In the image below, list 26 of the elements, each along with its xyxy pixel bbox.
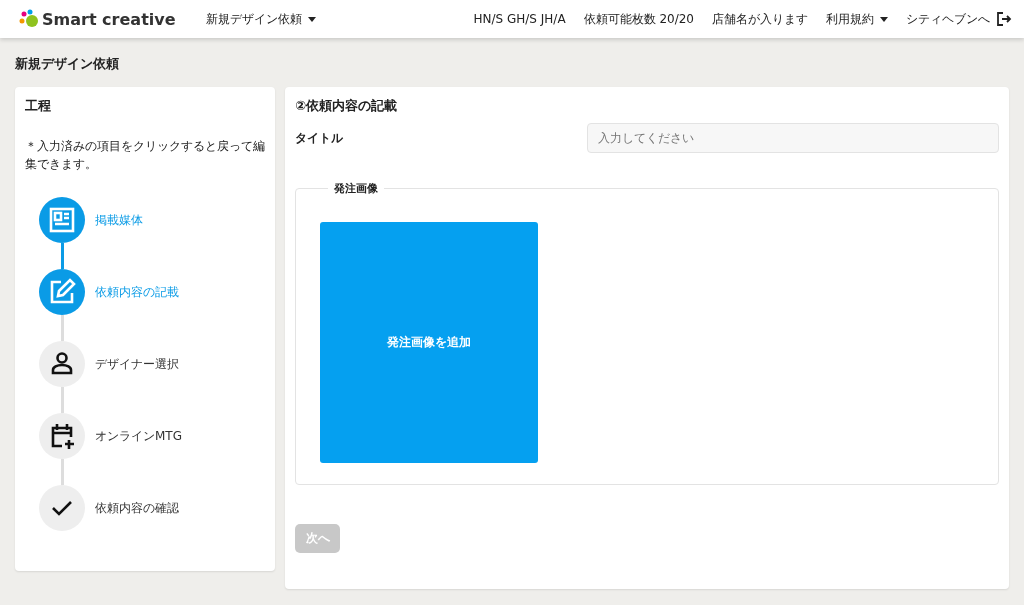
title-label: タイトル xyxy=(295,129,344,147)
check-step-icon[interactable] xyxy=(39,485,85,531)
title-input[interactable]: 入力してください xyxy=(587,123,999,153)
logout-icon[interactable] xyxy=(996,11,1012,27)
note-text: ＊入力済みの項目をクリックすると戻って編集できます。 xyxy=(25,138,265,173)
logo-icon xyxy=(18,9,40,29)
media-step-icon[interactable] xyxy=(39,197,85,243)
caret-icon[interactable] xyxy=(880,16,888,22)
page-title: 新規デザイン依頼 xyxy=(14,55,120,73)
new-design-menu[interactable]: 新規デザイン依頼 xyxy=(205,10,302,28)
step-label[interactable]: デザイナー選択 xyxy=(95,355,179,373)
exit-link[interactable]: シティヘブンへ xyxy=(906,10,990,28)
calendar-step-icon[interactable] xyxy=(39,413,85,459)
form-title: ②依頼内容の記載 xyxy=(295,97,398,115)
logo-text[interactable]: Smart creative xyxy=(42,9,176,29)
step-label[interactable]: オンラインMTG xyxy=(95,427,182,445)
header-info: 依頼可能枚数 20/20 xyxy=(583,10,694,28)
edit-step-icon[interactable] xyxy=(39,269,85,315)
card-title: 工程 xyxy=(25,97,52,115)
fieldset-legend: 発注画像 xyxy=(328,181,384,196)
caret-icon[interactable] xyxy=(307,16,316,22)
terms-menu[interactable]: 利用規約 xyxy=(826,10,874,28)
person-step-icon[interactable] xyxy=(39,341,85,387)
step-label[interactable]: 依頼内容の確認 xyxy=(95,499,179,517)
header-info: 店舗名が入ります xyxy=(712,10,808,28)
header-info: HN/S GH/S JH/A xyxy=(473,12,566,26)
